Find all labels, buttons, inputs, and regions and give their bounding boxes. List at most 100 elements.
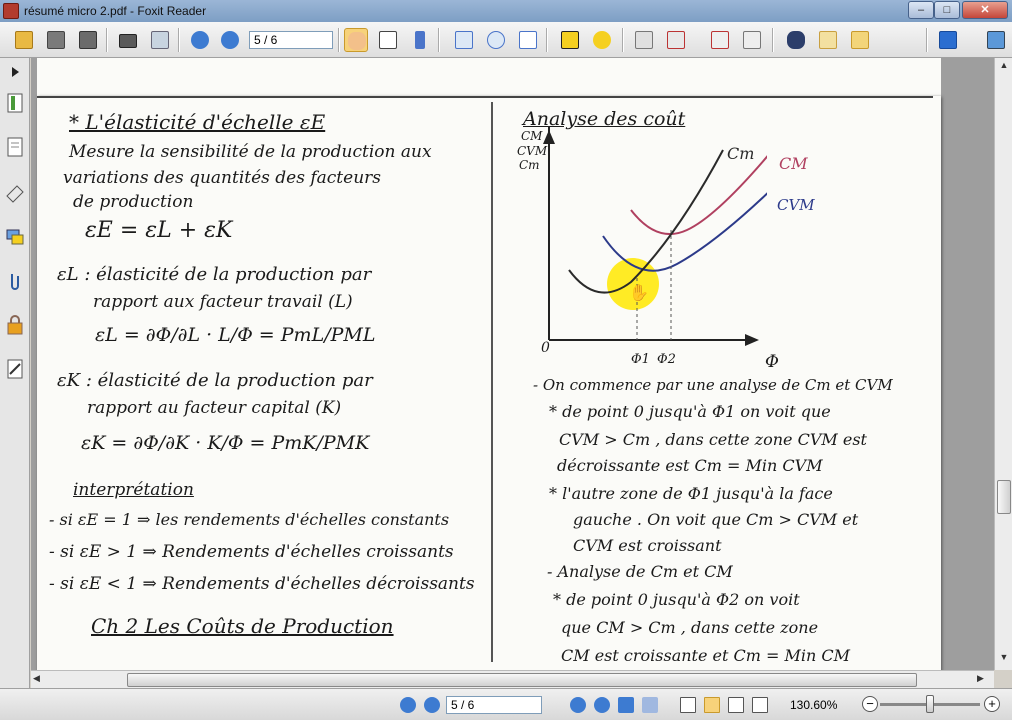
y-label-marginal: Cm [519, 158, 540, 172]
create-pdf-icon[interactable] [632, 28, 656, 52]
text-line: variations des quantités des facteurs [63, 168, 382, 188]
status-bar: 130.60% − + [0, 688, 1012, 720]
text-line: de production [73, 192, 194, 212]
first-page-icon[interactable] [400, 697, 416, 713]
scroll-down-arrow-icon[interactable]: ▼ [997, 652, 1011, 666]
note-line: * l'autre zone de Φ1 jusqu'à la face [549, 484, 833, 503]
attachments-panel-icon[interactable] [5, 270, 25, 292]
note-line: gauche . On voit que Cm > CVM et [573, 510, 859, 529]
scroll-left-arrow-icon[interactable]: ◀ [33, 673, 40, 684]
bookmark-icon[interactable] [816, 28, 840, 52]
chapter-heading: Ch 2 Les Coûts de Production [91, 614, 394, 638]
scroll-right-arrow-icon[interactable]: ▶ [977, 673, 984, 684]
pages-panel-icon[interactable] [5, 136, 25, 158]
note-line: que CM > Cm , dans cette zone [561, 618, 819, 637]
go-back-icon[interactable] [618, 697, 634, 713]
save-icon[interactable] [44, 28, 68, 52]
security-panel-icon[interactable] [5, 314, 25, 336]
x-axis-label: Φ [765, 352, 779, 372]
comment-icon[interactable] [590, 28, 614, 52]
prev-page-icon[interactable] [188, 28, 212, 52]
x-tick-phi1: Φ1 [631, 352, 650, 367]
last-page-icon[interactable] [594, 697, 610, 713]
previous-page-icon[interactable] [424, 697, 440, 713]
continuous-view-icon[interactable] [704, 697, 720, 713]
curve-label-CM: CM [779, 154, 808, 173]
scroll-up-arrow-icon[interactable]: ▲ [997, 60, 1011, 74]
main-toolbar [0, 22, 1012, 58]
bookmarks-panel-icon[interactable] [5, 92, 25, 114]
pdf-form-icon[interactable] [708, 28, 732, 52]
horizontal-scrollbar[interactable]: ◀ ▶ [31, 670, 994, 688]
print-icon[interactable] [116, 28, 140, 52]
zoom-slider-thumb[interactable] [926, 695, 934, 713]
note-line: CM est croissante et Cm = Min CM [561, 646, 851, 665]
document-viewport[interactable]: * L'élasticité d'échelle εE Mesure la se… [31, 58, 994, 670]
foxit-app-icon [3, 3, 19, 19]
next-page-icon[interactable] [218, 28, 242, 52]
navigation-panel [0, 58, 30, 688]
signatures-panel-icon[interactable] [5, 358, 25, 380]
vertical-scrollbar[interactable]: ▲ ▼ [994, 58, 1012, 670]
note-line: CVM > Cm , dans cette zone CVM est [559, 430, 867, 449]
cvm-curve [602, 192, 767, 272]
page-number-input[interactable] [249, 31, 333, 49]
single-page-view-icon[interactable] [680, 697, 696, 713]
pdf-page: * L'élasticité d'échelle εE Mesure la se… [37, 96, 941, 670]
status-page-input[interactable] [446, 696, 542, 714]
rotate-icon[interactable] [484, 28, 508, 52]
x-tick-phi2: Φ2 [657, 352, 676, 367]
text-line: εL : élasticité de la production par [57, 264, 372, 285]
text-line: Mesure la sensibilité de la production a… [69, 142, 432, 162]
typewriter-icon[interactable] [558, 28, 582, 52]
continuous-facing-view-icon[interactable] [752, 697, 768, 713]
hand-tool-icon[interactable] [344, 28, 368, 52]
window-title: résumé micro 2.pdf - Foxit Reader [24, 4, 207, 18]
open-folder-icon[interactable] [12, 28, 36, 52]
save-all-icon[interactable] [76, 28, 100, 52]
column-divider [491, 102, 493, 662]
note-line: décroissante est Cm = Min CVM [557, 456, 823, 475]
layers-panel-icon[interactable] [5, 182, 25, 204]
select-text-icon[interactable] [376, 28, 400, 52]
select-icon[interactable] [408, 28, 432, 52]
text-line: εK : élasticité de la production par [57, 370, 373, 391]
y-label-cvm: CVM [517, 144, 548, 158]
go-forward-icon[interactable] [642, 697, 658, 713]
note-line: - Analyse de Cm et CM [547, 562, 733, 581]
pdf-convert-icon[interactable] [740, 28, 764, 52]
zoom-in-button[interactable]: + [984, 696, 1000, 712]
panel-toggle-arrow-icon[interactable] [5, 62, 25, 84]
next-page-status-icon[interactable] [570, 697, 586, 713]
fit-page-icon[interactable] [516, 28, 540, 52]
hand-cursor-icon: ✋ [629, 283, 649, 302]
note-line: - On commence par une analyse de Cm et C… [533, 376, 893, 394]
screen-icon[interactable] [984, 28, 1008, 52]
zoom-level: 130.60% [790, 698, 838, 712]
curve-label-cm: Cm [727, 144, 755, 163]
comments-panel-icon[interactable] [5, 226, 25, 248]
minimize-button[interactable]: – [908, 1, 934, 19]
formula-epsilon-e: εE = εL + εK [85, 218, 233, 243]
facing-view-icon[interactable] [728, 697, 744, 713]
heading-interpretation: interprétation [73, 480, 194, 500]
note-line: * de point 0 jusqu'à Φ1 on voit que [549, 402, 831, 421]
note-line: * de point 0 jusqu'à Φ2 on voit [553, 590, 800, 609]
vertical-scroll-thumb[interactable] [997, 480, 1011, 514]
stamp-icon[interactable] [848, 28, 872, 52]
text-line: rapport aux facteur travail (L) [93, 292, 353, 312]
pdf-dropdown-icon[interactable] [664, 28, 688, 52]
snapshot-icon[interactable] [452, 28, 476, 52]
maximize-button[interactable]: □ [934, 1, 960, 19]
y-label-cm: CM [521, 129, 543, 143]
text-line: rapport au facteur capital (K) [87, 398, 342, 418]
close-button[interactable]: ✕ [962, 1, 1008, 19]
scan-icon[interactable] [148, 28, 172, 52]
foxit-logo-icon[interactable] [936, 28, 960, 52]
horizontal-scroll-thumb[interactable] [127, 673, 917, 687]
zoom-out-button[interactable]: − [862, 696, 878, 712]
note-line: CVM est croissant [573, 536, 722, 555]
heading-elasticite-echelle: * L'élasticité d'échelle εE [69, 110, 326, 134]
find-icon[interactable] [784, 28, 808, 52]
formula-epsilon-l: εL = ∂Φ/∂L · L/Φ = PmL/PML [95, 324, 376, 346]
